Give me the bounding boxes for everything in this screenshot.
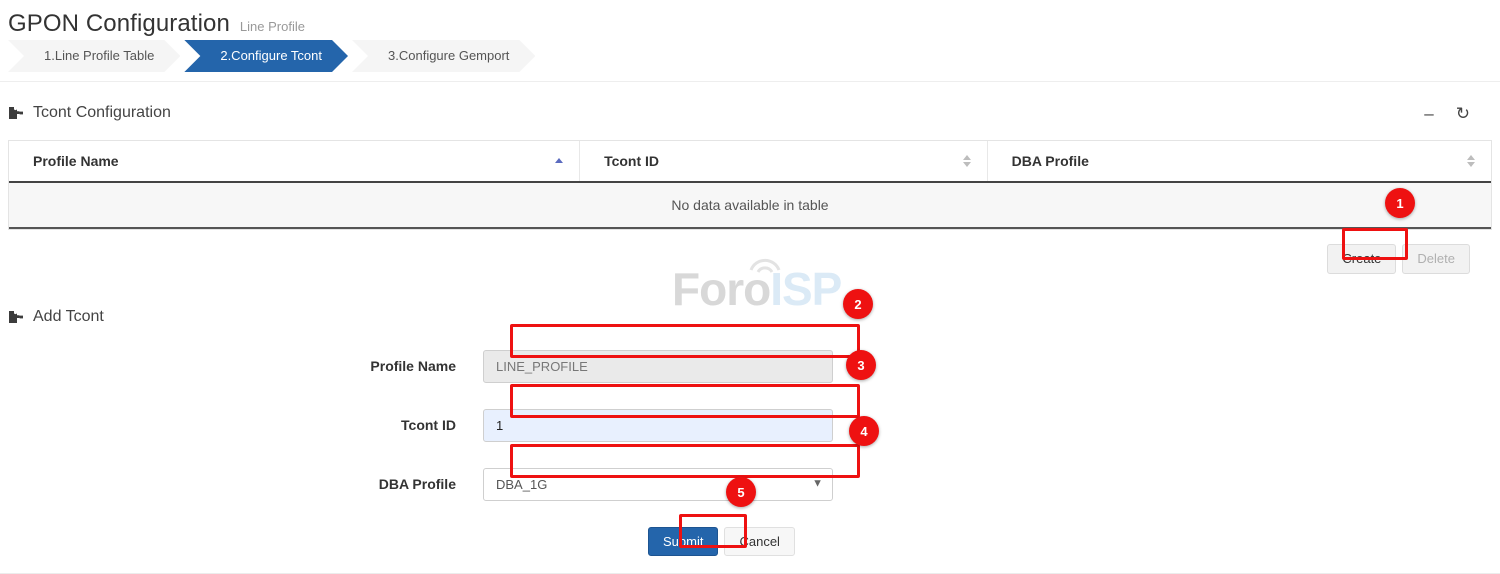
step-configure-gemport[interactable]: 3.Configure Gemport [352, 40, 535, 72]
label-dba-profile: DBA Profile [8, 476, 483, 492]
form-row-tcont-id: Tcont ID [8, 409, 1492, 442]
puzzle-piece-icon [8, 106, 24, 120]
submit-button[interactable]: Submit [648, 527, 718, 557]
sort-neutral-icon [1467, 154, 1477, 168]
add-tcont-section: Add Tcont Profile Name Tcont ID DBA Prof… [0, 308, 1500, 557]
form-button-bar: Submit Cancel [483, 527, 1492, 557]
sort-neutral-icon [963, 154, 973, 168]
tcont-configuration-panel: Tcont Configuration – ↻ Profile Name [0, 98, 1500, 274]
column-header-profile-name[interactable]: Profile Name [9, 141, 580, 182]
form-row-dba-profile: DBA Profile DBA_1G ▼ [8, 468, 1492, 501]
column-label-tcont-id: Tcont ID [604, 153, 659, 169]
column-label-dba-profile: DBA Profile [1012, 153, 1089, 169]
column-label-profile-name: Profile Name [33, 153, 119, 169]
add-tcont-title: Add Tcont [33, 308, 104, 326]
table-empty-message: No data available in table [9, 182, 1491, 228]
page-header: GPON Configuration Line Profile [0, 0, 1500, 34]
minimize-icon[interactable]: – [1424, 105, 1433, 122]
step-line-profile-table[interactable]: 1.Line Profile Table [8, 40, 180, 72]
sort-ascending-icon [555, 154, 565, 168]
profile-name-input [483, 350, 833, 383]
tcont-table: Profile Name Tcont ID DBA Profile [9, 141, 1491, 229]
tcont-id-input[interactable] [483, 409, 833, 442]
tcont-table-wrapper: Profile Name Tcont ID DBA Profile [8, 140, 1492, 230]
table-action-bar: Create Delete [8, 244, 1492, 274]
delete-button[interactable]: Delete [1402, 244, 1470, 274]
add-tcont-form: Profile Name Tcont ID DBA Profile DBA_1G… [8, 350, 1492, 557]
table-header-row: Profile Name Tcont ID DBA Profile [9, 141, 1491, 182]
panel-header: Tcont Configuration – ↻ [8, 98, 1492, 128]
create-button[interactable]: Create [1327, 244, 1396, 274]
column-header-dba-profile[interactable]: DBA Profile [987, 141, 1491, 182]
panel-tools: – ↻ [1424, 105, 1492, 122]
label-tcont-id: Tcont ID [8, 417, 483, 433]
step-configure-tcont[interactable]: 2.Configure Tcont [184, 40, 348, 72]
add-tcont-header: Add Tcont [8, 308, 1492, 326]
dba-profile-select[interactable]: DBA_1G [483, 468, 833, 501]
page-title: GPON Configuration [8, 10, 230, 38]
step-wizard: 1.Line Profile Table 2.Configure Tcont 3… [0, 40, 1500, 82]
refresh-icon[interactable]: ↻ [1456, 105, 1470, 122]
cancel-button[interactable]: Cancel [724, 527, 794, 557]
puzzle-piece-icon [8, 310, 24, 324]
form-row-profile-name: Profile Name [8, 350, 1492, 383]
table-empty-row: No data available in table [9, 182, 1491, 228]
panel-title: Tcont Configuration [33, 104, 171, 122]
page-subtitle: Line Profile [240, 19, 305, 34]
column-header-tcont-id[interactable]: Tcont ID [580, 141, 988, 182]
label-profile-name: Profile Name [8, 358, 483, 374]
